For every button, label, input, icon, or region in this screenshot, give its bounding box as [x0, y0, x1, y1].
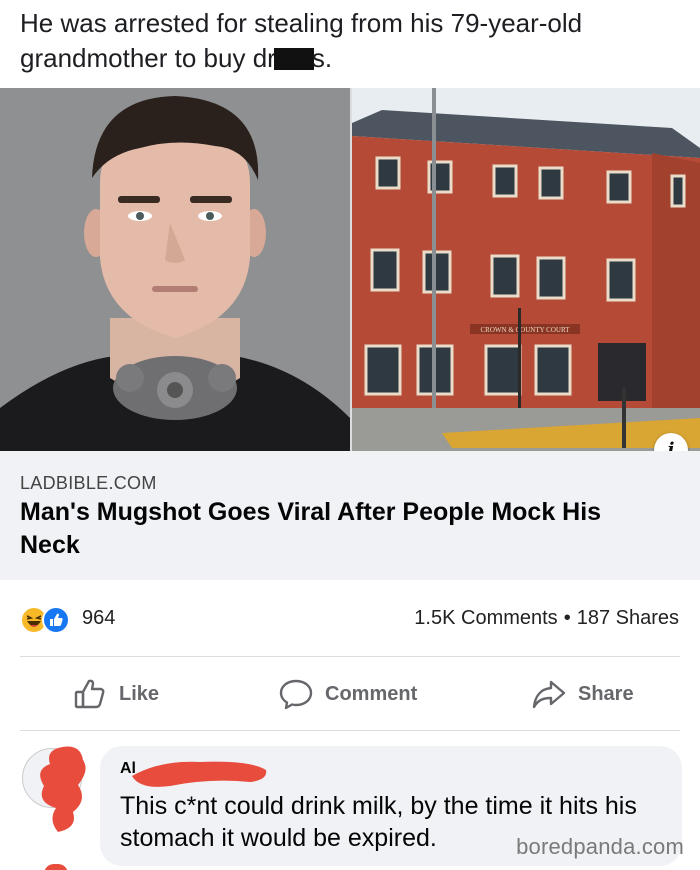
reaction-icons[interactable]	[20, 604, 80, 636]
action-bar: Like Comment Share	[0, 668, 700, 720]
court-sign-text: CROWN & COUNTY COURT	[481, 326, 571, 334]
divider	[20, 656, 680, 657]
link-headline[interactable]: Man's Mugshot Goes Viral After People Mo…	[20, 496, 660, 562]
watermark: boredpanda.com	[516, 834, 684, 859]
share-button[interactable]: Share	[532, 676, 634, 712]
reaction-count[interactable]: 964	[82, 607, 115, 630]
post-text-end: s.	[311, 43, 333, 73]
link-domain: LADBIBLE.COM	[20, 473, 157, 493]
divider	[20, 730, 680, 731]
engagement-stats: 1.5K Comments • 187 Shares	[414, 607, 679, 630]
like-label: Like	[119, 682, 160, 705]
share-label: Share	[578, 682, 634, 705]
thumbs-up-icon	[74, 679, 105, 709]
redaction-bar	[273, 48, 314, 70]
post-text: He was arrested for stealing from his 79…	[20, 6, 680, 76]
mugshot-photo	[0, 88, 350, 451]
like-button[interactable]: Like	[73, 676, 159, 712]
share-icon	[532, 680, 566, 709]
link-preview-card[interactable]: CROWN & COUNTY COURT i LADBIBLE.COM Man'…	[0, 88, 700, 580]
comments-count[interactable]: 1.5K Comments	[414, 607, 557, 629]
link-meta[interactable]: LADBIBLE.COM Man's Mugshot Goes Viral Af…	[0, 451, 700, 580]
link-preview-images[interactable]: CROWN & COUNTY COURT	[0, 88, 700, 451]
like-icon	[42, 606, 70, 634]
comment-label: Comment	[325, 682, 418, 705]
stats-separator: •	[563, 607, 571, 629]
court-building-photo: CROWN & COUNTY COURT	[352, 88, 700, 451]
reactions-row: 964 1.5K Comments • 187 Shares	[0, 600, 700, 640]
avatar-redaction-scribble	[40, 746, 86, 832]
name-redaction-scribble	[132, 761, 267, 787]
comment-button[interactable]: Comment	[279, 676, 417, 712]
shares-count[interactable]: 187 Shares	[577, 607, 679, 629]
comment-icon	[279, 679, 313, 710]
